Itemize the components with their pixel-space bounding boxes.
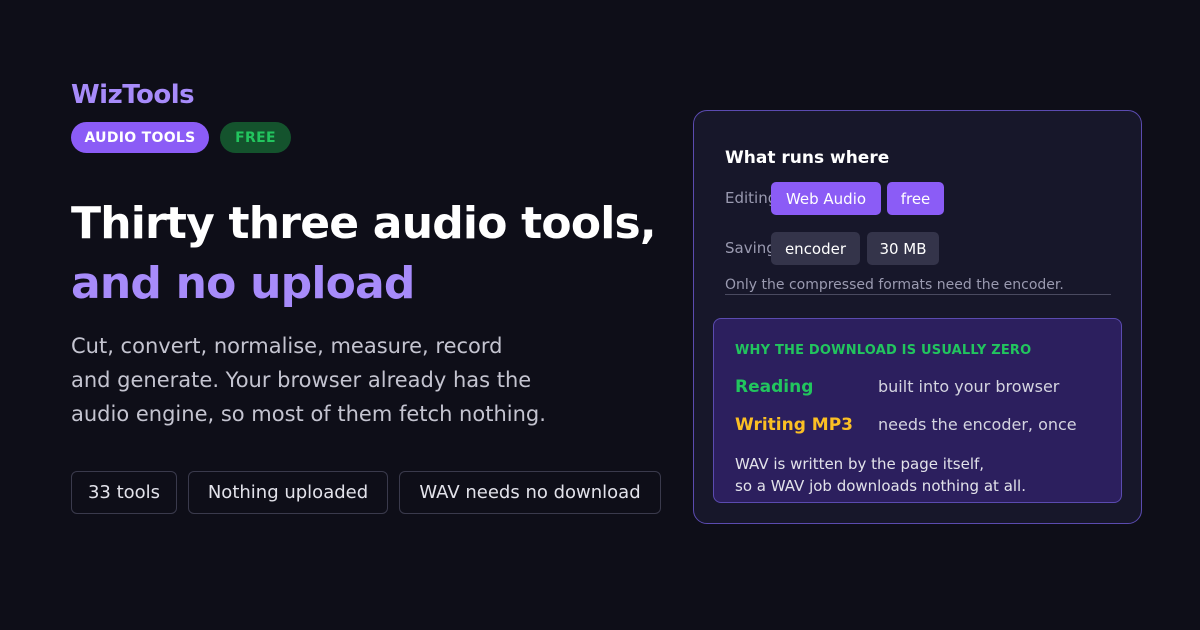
reading-label: Reading: [735, 377, 814, 397]
footer-line-1: WAV is written by the page itself,: [735, 455, 985, 473]
title-line-2: and no upload: [71, 258, 415, 309]
page-subtitle: Cut, convert, normalise, measure, record…: [71, 329, 591, 431]
subtitle-line-2: and generate. Your browser already has t…: [71, 368, 532, 392]
og-card: WizTools AUDIO TOOLS FREE Thirty three a…: [0, 0, 1200, 630]
web-audio-tag: Web Audio: [771, 182, 881, 215]
explainer-footer: WAV is written by the page itself, so a …: [735, 453, 1026, 497]
wav-chip: WAV needs no download: [399, 471, 661, 514]
encoder-tag: encoder: [771, 232, 860, 265]
tool-count-chip: 33 tools: [71, 471, 177, 514]
brand-logo-text: WizTools: [71, 80, 195, 110]
title-line-1: Thirty three audio tools,: [71, 198, 657, 249]
reading-value: built into your browser: [878, 377, 1060, 396]
page-title: Thirty three audio tools, and no upload: [71, 194, 657, 314]
encoder-note: Only the compressed formats need the enc…: [725, 277, 1111, 295]
explainer-title: WHY THE DOWNLOAD IS USUALLY ZERO: [735, 343, 1032, 358]
subtitle-line-3: audio engine, so most of them fetch noth…: [71, 402, 546, 426]
download-explainer: WHY THE DOWNLOAD IS USUALLY ZERO Reading…: [713, 318, 1122, 503]
subtitle-line-1: Cut, convert, normalise, measure, record: [71, 334, 503, 358]
writing-mp3-label: Writing MP3: [735, 415, 854, 435]
price-badge: FREE: [220, 122, 291, 153]
saving-label: Saving: [725, 239, 776, 257]
no-upload-chip: Nothing uploaded: [188, 471, 388, 514]
category-badge: AUDIO TOOLS: [71, 122, 209, 153]
info-card: What runs where Editing Web Audio free S…: [693, 110, 1142, 524]
editing-label: Editing: [725, 189, 778, 207]
size-tag: 30 MB: [867, 232, 939, 265]
card-title: What runs where: [725, 148, 890, 168]
footer-line-2: so a WAV job downloads nothing at all.: [735, 477, 1026, 495]
writing-mp3-value: needs the encoder, once: [878, 415, 1077, 434]
free-tag: free: [887, 182, 944, 215]
